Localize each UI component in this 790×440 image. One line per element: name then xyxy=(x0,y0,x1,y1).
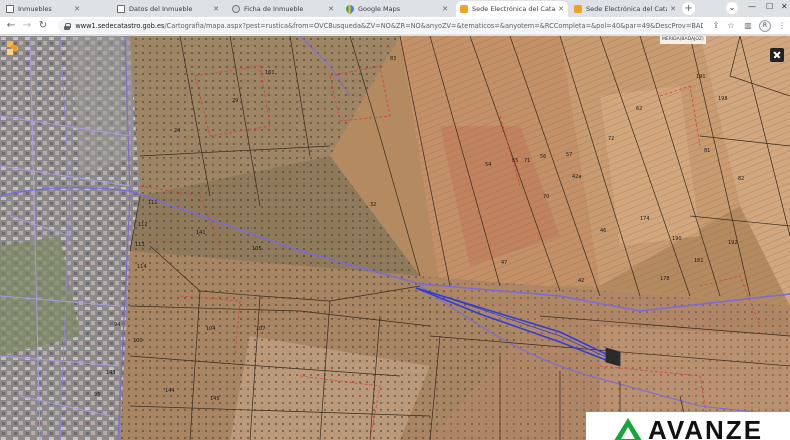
tab-datos-del-inmueble[interactable]: Datos del Inmueble ✕ xyxy=(113,1,223,17)
parcel-label[interactable]: 161 xyxy=(265,70,275,76)
browser-toolbar: ← → ↻ www1.sedecatastro.gob.es/Cartograf… xyxy=(0,17,790,35)
parcel-label[interactable]: 192 xyxy=(728,240,738,246)
parcel-label[interactable]: 111 xyxy=(148,200,158,206)
document-icon xyxy=(117,5,125,13)
parcel-label[interactable]: 32 xyxy=(370,202,376,208)
document-icon xyxy=(6,5,14,13)
tab-label: Ficha de Inmueble xyxy=(244,5,304,13)
close-icon[interactable]: ✕ xyxy=(213,5,219,13)
parcel-label[interactable]: 141 xyxy=(196,230,206,236)
parcel-label[interactable]: 95 xyxy=(94,392,100,398)
share-icon[interactable]: ⇪ xyxy=(710,20,722,32)
close-icon[interactable]: ✕ xyxy=(328,5,334,13)
close-window-icon[interactable]: ✕ xyxy=(781,2,788,11)
parcel-label[interactable]: 82 xyxy=(738,176,744,182)
reload-icon[interactable]: ↻ xyxy=(36,19,50,33)
close-icon[interactable]: ✕ xyxy=(558,5,564,13)
google-maps-icon xyxy=(344,3,356,15)
parcel-label[interactable]: 70 xyxy=(543,194,549,200)
globe-icon xyxy=(232,5,240,13)
parcel-label[interactable]: 114 xyxy=(137,264,147,270)
star-icon[interactable]: ☆ xyxy=(725,20,737,32)
parcel-label[interactable]: 94 xyxy=(114,322,120,328)
parcel-label[interactable]: 107 xyxy=(256,326,266,332)
parcel-label[interactable]: 29 xyxy=(232,98,238,104)
tab-label: Google Maps xyxy=(358,5,401,13)
parcel-label[interactable]: 42a xyxy=(572,174,581,180)
parcel-label[interactable]: 57 xyxy=(566,152,572,158)
parcel-label[interactable]: 24 xyxy=(174,128,180,134)
parcel-label[interactable]: 178 xyxy=(660,276,670,282)
url-path: /Cartografia/mapa.aspx?pest=rustica&from… xyxy=(164,22,703,30)
parcel-label[interactable]: 113 xyxy=(135,242,145,248)
parcel-label[interactable]: 42 xyxy=(578,278,584,284)
parcel-label[interactable]: 81 xyxy=(704,148,710,154)
parcel-label[interactable]: 105 xyxy=(252,246,262,252)
back-arrow-icon[interactable]: ← xyxy=(4,19,18,33)
coordinate-readout: MERIDA(BADAJOZ) xyxy=(660,36,706,44)
url-host: www1.sedecatastro.gob.es xyxy=(75,22,165,30)
parcel-label[interactable]: 54 xyxy=(485,162,491,168)
tab-sede-catastro-active[interactable]: Sede Electrónica del Catastro - F ✕ xyxy=(456,1,568,17)
new-tab-button[interactable]: + xyxy=(682,2,695,15)
parcel-label[interactable]: 62 xyxy=(636,106,642,112)
url-text: www1.sedecatastro.gob.es/Cartografia/map… xyxy=(75,22,703,30)
lock-icon xyxy=(64,22,72,30)
parcel-label[interactable]: 72 xyxy=(608,136,614,142)
address-bar[interactable]: www1.sedecatastro.gob.es/Cartografia/map… xyxy=(58,19,703,33)
sidebar-icon[interactable]: ▥ xyxy=(742,20,754,32)
catastro-icon xyxy=(460,5,468,13)
tab-label: Sede Electrónica del Catastro - F xyxy=(472,5,556,13)
avatar[interactable]: R xyxy=(759,20,771,32)
tab-label: Sede Electrónica del Catastro - C xyxy=(586,5,667,13)
menu-dots-icon[interactable]: ⋮ xyxy=(776,20,788,32)
parcel-label[interactable]: 71 xyxy=(524,158,530,164)
parcel-label[interactable]: 144 xyxy=(165,388,175,394)
avanze-logo: AVANZE xyxy=(586,412,790,440)
maximize-icon[interactable]: ☐ xyxy=(766,2,773,11)
forward-arrow-icon[interactable]: → xyxy=(20,19,34,33)
fullscreen-button[interactable] xyxy=(770,48,784,62)
parcel-label[interactable]: 145 xyxy=(210,396,220,402)
map-menu-icon[interactable] xyxy=(4,40,20,56)
orange-layers-icon xyxy=(7,41,17,55)
tab-google-maps[interactable]: Google Maps ✕ xyxy=(342,1,452,17)
tab-ficha-de-inmueble[interactable]: Ficha de Inmueble ✕ xyxy=(228,1,338,17)
parcel-label[interactable]: 56 xyxy=(540,154,546,160)
parcel-label[interactable]: 47 xyxy=(501,260,507,266)
parcel-label[interactable]: 83 xyxy=(390,56,396,62)
close-icon[interactable]: ✕ xyxy=(442,5,448,13)
parcel-label[interactable]: 143 xyxy=(106,370,116,376)
catastro-icon xyxy=(574,5,582,13)
avanze-triangle-icon xyxy=(612,418,644,440)
tab-sede-catastro-2[interactable]: Sede Electrónica del Catastro - C ✕ xyxy=(570,1,680,17)
close-icon[interactable]: ✕ xyxy=(74,5,80,13)
parcel-label[interactable]: 112 xyxy=(138,222,148,228)
close-icon[interactable]: ✕ xyxy=(670,5,676,13)
parcel-label[interactable]: 174 xyxy=(640,216,650,222)
parcel-label[interactable]: 104 xyxy=(206,326,216,332)
tab-label: Datos del Inmueble xyxy=(129,5,193,13)
parcel-label[interactable]: 190 xyxy=(672,236,682,242)
tab-label: Inmuebles xyxy=(18,5,52,13)
parcel-label[interactable]: 181 xyxy=(694,258,704,264)
parcel-label[interactable]: 46 xyxy=(600,228,606,234)
tab-inmuebles[interactable]: Inmuebles ✕ xyxy=(2,1,84,17)
minimize-icon[interactable]: — xyxy=(748,2,756,11)
parcel-label[interactable]: 198 xyxy=(718,96,728,102)
parcel-label[interactable]: 100 xyxy=(133,338,143,344)
cadastral-map[interactable]: 161 24 29 83 111 112 113 114 141 105 47 … xyxy=(0,36,790,440)
parcel-label[interactable]: 55 xyxy=(512,158,518,164)
parcel-label[interactable]: 191 xyxy=(696,74,706,80)
logo-text: AVANZE xyxy=(648,415,764,440)
tab-search-icon[interactable]: ⌄ xyxy=(726,2,738,14)
tab-strip: Inmuebles ✕ Datos del Inmueble ✕ Ficha d… xyxy=(0,0,790,17)
